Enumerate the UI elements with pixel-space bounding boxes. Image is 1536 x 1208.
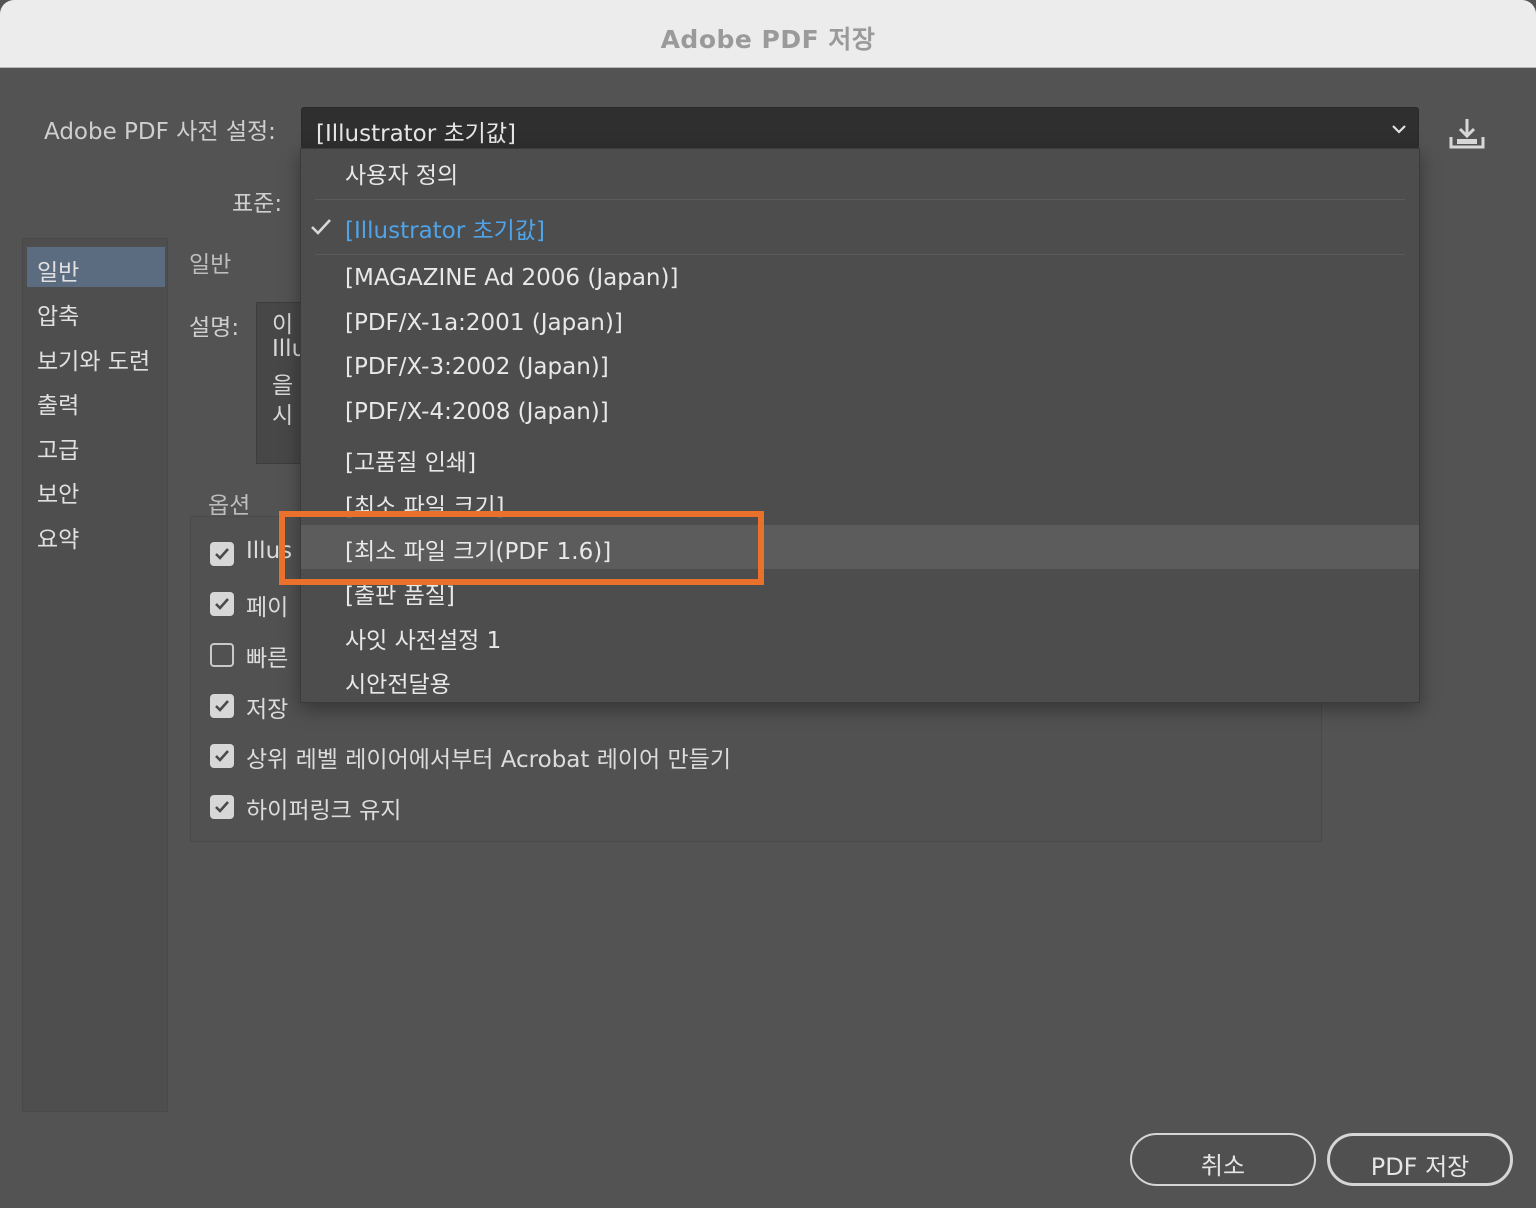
options-heading: 옵션	[208, 493, 251, 519]
standard-label: 표준:	[232, 191, 283, 217]
sidebar-item-output[interactable]: 출력	[27, 380, 165, 420]
option-label: 빠른	[246, 646, 289, 672]
save-pdf-button-label: PDF 저장	[1370, 1153, 1470, 1181]
menu-item[interactable]: 시안전달용	[301, 658, 1419, 702]
menu-item[interactable]: 사용자 정의	[301, 149, 1419, 193]
checkbox[interactable]	[210, 542, 234, 566]
sidebar-item-security[interactable]: 보안	[27, 469, 165, 509]
option-label: 하이퍼링크 유지	[246, 798, 402, 824]
description-line-1: 이	[272, 312, 294, 338]
menu-item-label: [PDF/X-1a:2001 (Japan)]	[345, 310, 623, 336]
menu-divider	[315, 199, 1405, 200]
option-label: 페이	[246, 595, 289, 621]
checkbox[interactable]	[210, 795, 234, 819]
sidebar-item-summary[interactable]: 요약	[27, 514, 165, 554]
menu-item-label: [최소 파일 크기(PDF 1.6)]	[345, 539, 612, 565]
save-preset-icon[interactable]	[1447, 115, 1487, 151]
menu-item-label: 사용자 정의	[345, 163, 459, 189]
preset-select[interactable]: [Illustrator 초기값]	[301, 107, 1419, 149]
menu-item[interactable]: [PDF/X-3:2002 (Japan)]	[301, 347, 1419, 391]
option-label: 저장	[246, 697, 289, 723]
menu-item-label: [출판 품질]	[345, 583, 455, 609]
preset-selected-value: [Illustrator 초기값]	[316, 121, 516, 147]
menu-item-label: [고품질 인쇄]	[345, 450, 477, 476]
option-label: 상위 레벨 레이어에서부터 Acrobat 레이어 만들기	[246, 747, 731, 773]
preset-label: Adobe PDF 사전 설정:	[44, 119, 276, 145]
menu-item-hovered[interactable]: [최소 파일 크기(PDF 1.6)]	[301, 525, 1419, 569]
menu-item-label: [최소 파일 크기]	[345, 494, 505, 520]
checkbox[interactable]	[210, 694, 234, 718]
window-title: Adobe PDF 저장	[660, 25, 876, 54]
description-label: 설명:	[189, 315, 240, 341]
checkbox[interactable]	[210, 643, 234, 667]
sidebar: 일반 압축 보기와 도련 출력 고급 보안 요약	[22, 238, 168, 1112]
menu-divider	[315, 254, 1405, 255]
sidebar-item-compression[interactable]: 압축	[27, 291, 165, 331]
menu-item[interactable]: [고품질 인쇄]	[301, 436, 1419, 480]
checkbox[interactable]	[210, 592, 234, 616]
cancel-button-label: 취소	[1200, 1152, 1246, 1180]
menu-item-label: [Illustrator 초기값]	[345, 218, 545, 244]
description-line-3: 을	[272, 373, 294, 399]
menu-item[interactable]: [Illustrator 초기값]	[301, 204, 1419, 248]
menu-item-label: [PDF/X-3:2002 (Japan)]	[345, 354, 609, 380]
menu-item[interactable]: 사잇 사전설정 1	[301, 614, 1419, 658]
menu-item[interactable]: [최소 파일 크기]	[301, 480, 1419, 524]
title-bar: Adobe PDF 저장	[0, 0, 1536, 68]
menu-item[interactable]: [MAGAZINE Ad 2006 (Japan)]	[301, 258, 1419, 302]
sidebar-item-general[interactable]: 일반	[27, 247, 165, 287]
preset-dropdown-menu: 사용자 정의 [Illustrator 초기값] [MAGAZINE Ad 20…	[300, 148, 1420, 703]
checkmark-icon	[311, 219, 331, 235]
menu-item[interactable]: [출판 품질]	[301, 569, 1419, 613]
sidebar-item-advanced[interactable]: 고급	[27, 425, 165, 465]
option-label: Illus	[246, 538, 293, 564]
cancel-button[interactable]: 취소	[1130, 1133, 1316, 1186]
menu-item[interactable]: [PDF/X-1a:2001 (Japan)]	[301, 303, 1419, 347]
menu-item-label: 시안전달용	[345, 672, 451, 698]
chevron-down-icon	[1392, 125, 1406, 134]
checkbox[interactable]	[210, 744, 234, 768]
save-pdf-button[interactable]: PDF 저장	[1327, 1133, 1513, 1186]
description-line-4: 시	[272, 403, 294, 429]
menu-item-label: [MAGAZINE Ad 2006 (Japan)]	[345, 265, 679, 291]
menu-item-label: [PDF/X-4:2008 (Japan)]	[345, 399, 609, 425]
menu-item-label: 사잇 사전설정 1	[345, 628, 502, 654]
sidebar-item-marks-bleeds[interactable]: 보기와 도련	[27, 336, 165, 376]
general-heading: 일반	[189, 252, 232, 278]
menu-item[interactable]: [PDF/X-4:2008 (Japan)]	[301, 392, 1419, 436]
